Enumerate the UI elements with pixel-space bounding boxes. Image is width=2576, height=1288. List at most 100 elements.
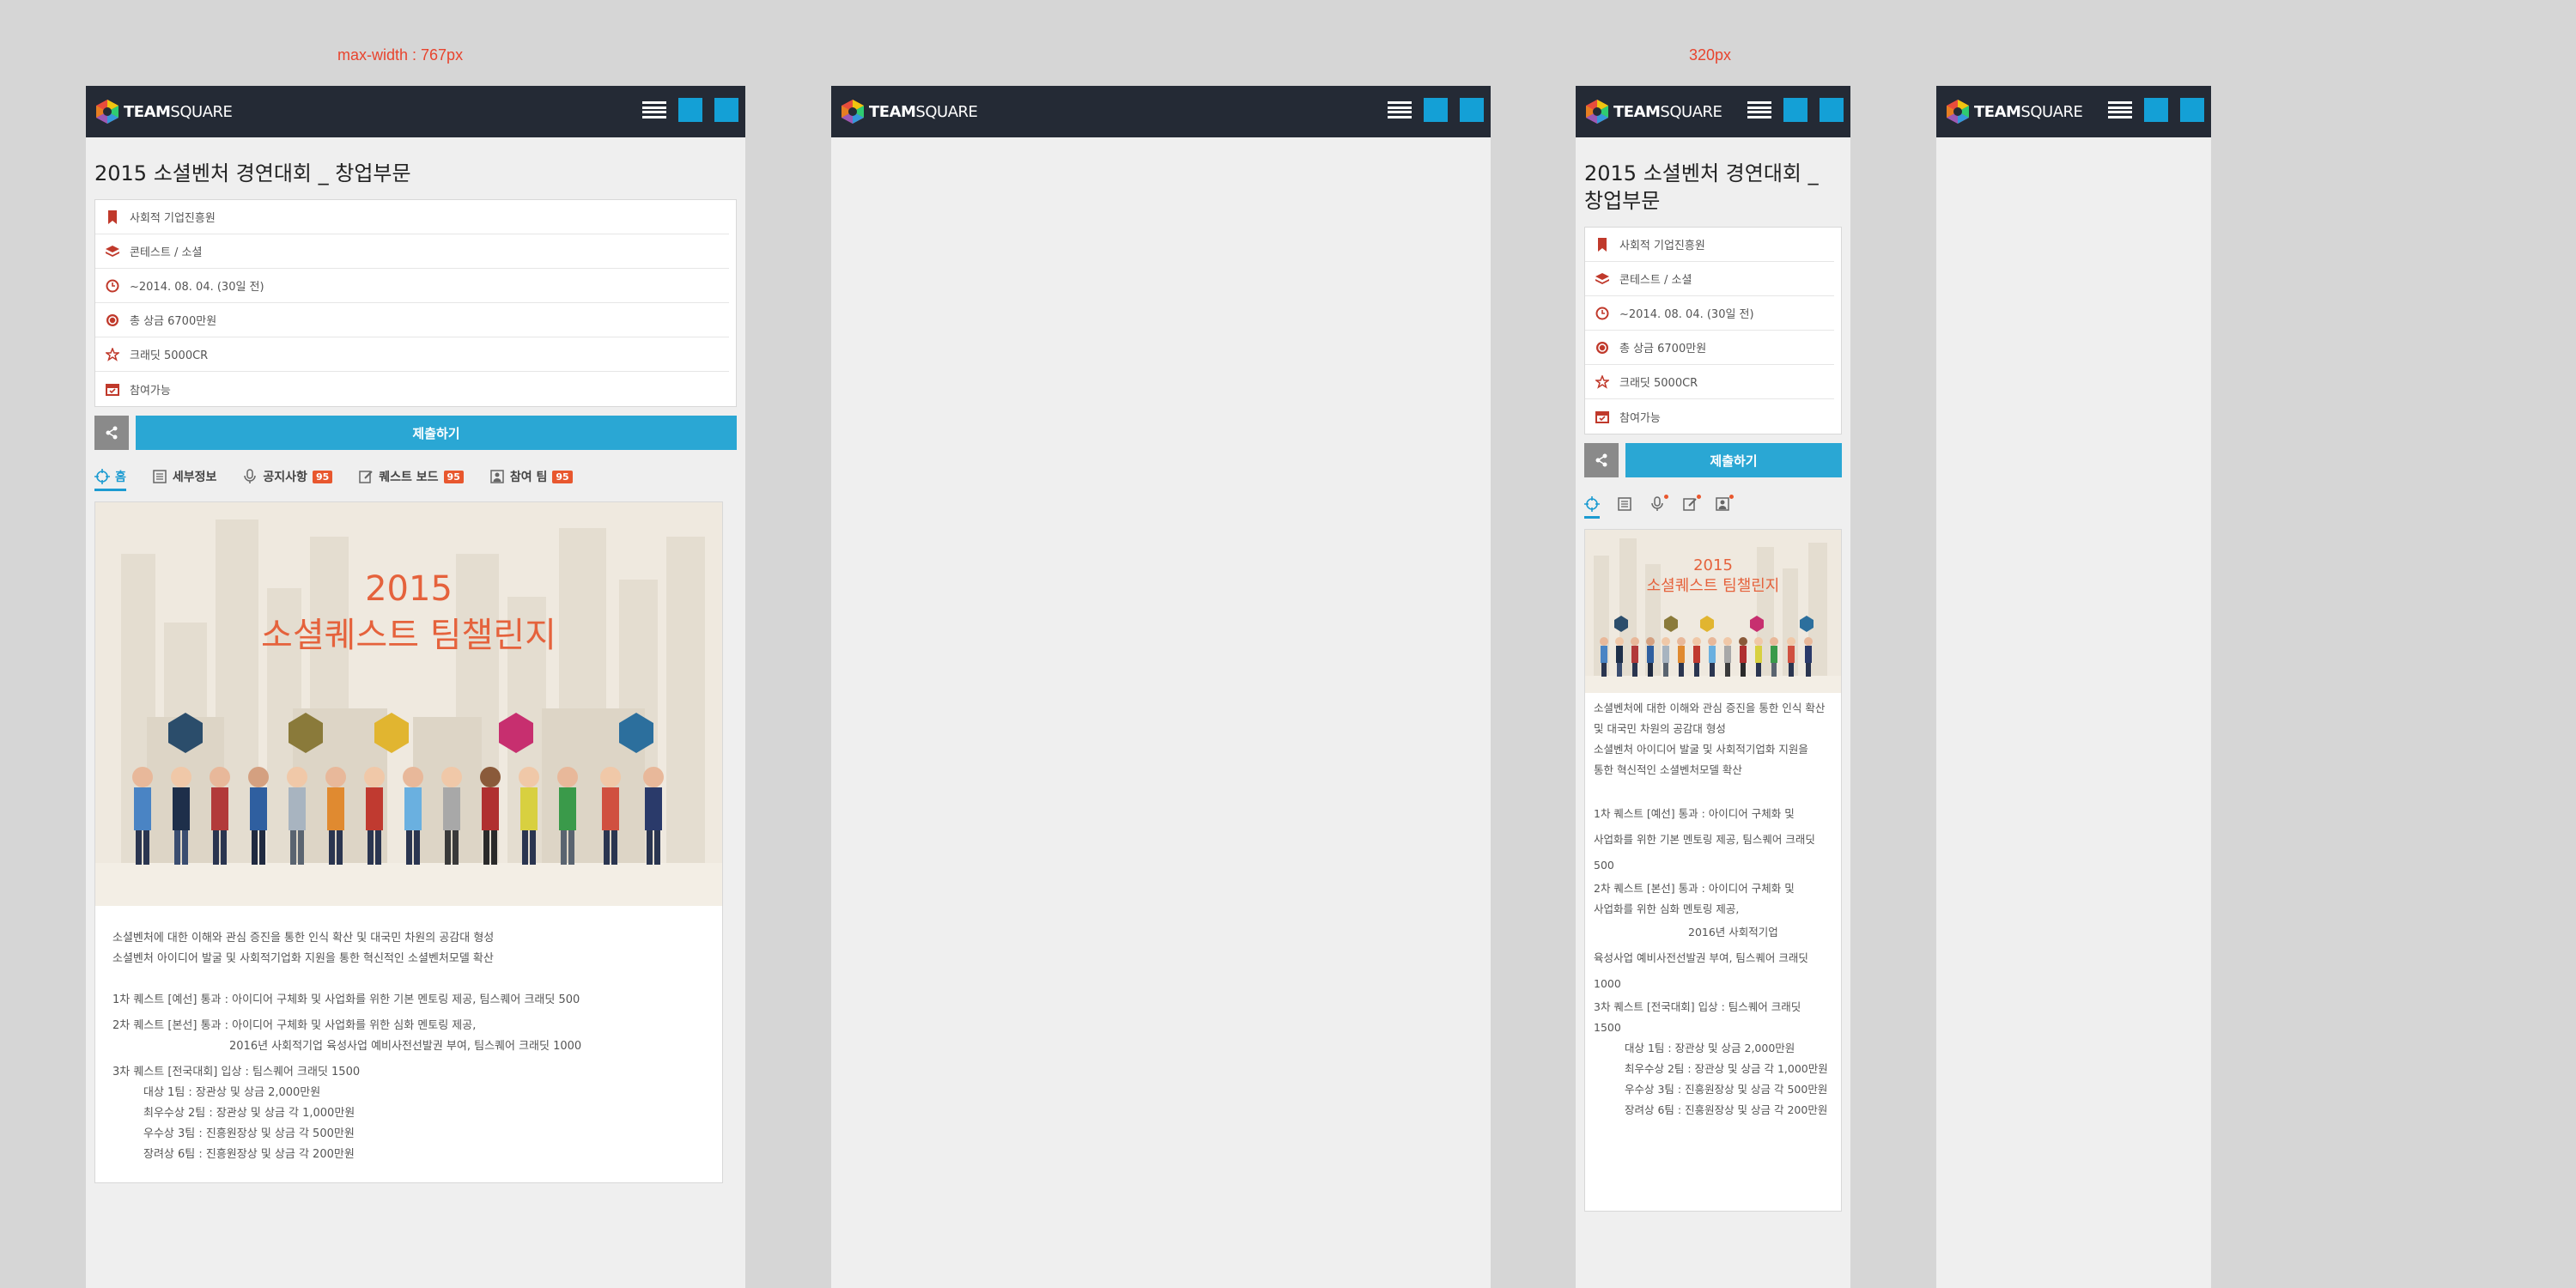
- tab-home[interactable]: [1584, 489, 1600, 519]
- nav-square-button-1[interactable]: [1424, 98, 1448, 122]
- clock-icon: [106, 279, 119, 293]
- banner-year: 2015: [1693, 556, 1733, 574]
- info-row-organizer: 사회적 기업진흥원: [95, 200, 729, 234]
- target-icon: [1584, 496, 1600, 512]
- logo-icon: [841, 100, 864, 124]
- description-quest-2-sub-cont: 육성사업 예비사전선발권 부여, 팀스퀘어 크래딧: [1594, 951, 1808, 964]
- tab-notices[interactable]: [1649, 489, 1668, 519]
- info-row-deadline: ~2014. 08. 04. (30일 전): [1585, 296, 1834, 331]
- description-quest-2-sub: 2016년 사회적기업 육성사업 예비사전선발권 부여, 팀스퀘어 크래딧 10…: [229, 1040, 582, 1053]
- microphone-icon: [242, 469, 258, 484]
- page-title-line-2: 창업부문: [1584, 189, 1661, 213]
- clock-icon: [1595, 307, 1609, 320]
- logo-text-bold: TEAM: [1974, 102, 2021, 121]
- info-deadline-text: ~2014. 08. 04. (30일 전): [1619, 308, 1754, 321]
- share-button[interactable]: [1584, 443, 1619, 477]
- banner-headline: 소셜퀘스트 팀챌린지: [1646, 577, 1780, 595]
- logo-text-light: SQUARE: [170, 102, 233, 121]
- description: 소셜벤처에 대한 이해와 관심 증진을 통한 인식 확산 및 대국민 차원의 공…: [95, 906, 722, 1182]
- description-quest-3: 3차 퀘스트 [전국대회] 입상 : 팀스퀘어 크래딧 1500: [112, 1066, 361, 1078]
- logo[interactable]: TEAMSQUARE: [1945, 99, 2083, 125]
- tab-details[interactable]: 세부정보: [152, 462, 217, 491]
- logo-icon: [1947, 100, 1969, 124]
- prize-item: 최우수상 2팀 : 장관상 및 상금 각 1,000만원: [143, 1107, 355, 1120]
- tab-details[interactable]: [1617, 489, 1632, 519]
- nav-square-button-2[interactable]: [2180, 98, 2204, 122]
- coin-icon: [1595, 341, 1609, 355]
- coin-icon: [106, 313, 119, 327]
- share-button[interactable]: [94, 416, 129, 450]
- prize-item: 장려상 6팀 : 진흥원장상 및 상금 각 200만원: [143, 1148, 355, 1161]
- document-icon: [1617, 496, 1632, 512]
- info-organizer-text: 사회적 기업진흥원: [1619, 240, 1705, 252]
- description-quest-3-cont: 1500: [1594, 1021, 1621, 1034]
- info-row-prize: 총 상금 6700만원: [95, 303, 729, 337]
- prize-item: 우수상 3팀 : 진흥원장상 및 상금 각 500만원: [1625, 1083, 1828, 1096]
- nav-square-button-2[interactable]: [1460, 98, 1484, 122]
- city-people-illustration: [95, 502, 722, 906]
- info-credit-text: 크래딧 5000CR: [130, 349, 209, 362]
- page-title: 2015 소셜벤처 경연대회 _ 창업부문: [1584, 160, 1842, 215]
- stack-icon: [106, 245, 119, 258]
- info-status-text: 참여가능: [1619, 411, 1661, 425]
- menu-icon[interactable]: [2108, 99, 2132, 121]
- menu-icon[interactable]: [1388, 99, 1412, 121]
- description-intro-2-cont: 통한 혁신적인 소셜벤처모델 확산: [1594, 763, 1742, 776]
- nav-square-button-1[interactable]: [2144, 98, 2168, 122]
- tab-notices[interactable]: 공지사항 95: [242, 462, 333, 491]
- document-icon: [152, 469, 167, 484]
- logo-text-light: SQUARE: [915, 102, 978, 121]
- notification-dot: [1729, 495, 1734, 499]
- top-navbar: TEAMSQUARE: [1576, 86, 1850, 137]
- info-credit-text: 크래딧 5000CR: [1619, 377, 1698, 390]
- logo[interactable]: TEAMSQUARE: [840, 99, 978, 125]
- description: 소셜벤처에 대한 이해와 관심 증진을 통한 인식 확산 및 대국민 차원의 공…: [1585, 693, 1841, 1126]
- description-quest-1: 1차 퀘스트 [예선] 통과 : 아이디어 구체화 및: [1594, 807, 1795, 820]
- info-row-credit: 크래딧 5000CR: [95, 337, 729, 372]
- teams-count-badge: 95: [552, 470, 573, 483]
- description-quest-1-cont: 사업화를 위한 기본 멘토링 제공, 팀스퀘어 크래딧: [1594, 833, 1815, 846]
- share-icon: [106, 426, 118, 440]
- info-list: 사회적 기업진흥원 콘테스트 / 소셜 ~2014. 08. 04. (30일 …: [1584, 227, 1842, 434]
- tab-teams[interactable]: [1715, 489, 1734, 519]
- top-navbar: TEAMSQUARE: [86, 86, 745, 137]
- breakpoint-label-small: 320px: [1689, 46, 1732, 64]
- description-quest-2-sub-cont: 1000: [1594, 977, 1621, 990]
- submit-button[interactable]: 제출하기: [136, 416, 737, 450]
- logo-icon: [1586, 100, 1608, 124]
- submit-button[interactable]: 제출하기: [1625, 443, 1842, 477]
- top-navbar: TEAMSQUARE: [1936, 86, 2211, 137]
- logo-text-bold: TEAM: [869, 102, 916, 121]
- logo[interactable]: TEAMSQUARE: [94, 99, 233, 125]
- logo[interactable]: TEAMSQUARE: [1584, 99, 1722, 125]
- tab-teams[interactable]: 참여 팀 95: [489, 462, 573, 491]
- nav-square-button-2[interactable]: [1820, 98, 1844, 122]
- description-intro-1: 소셜벤처에 대한 이해와 관심 증진을 통한 인식 확산: [1594, 702, 1826, 714]
- page-title: 2015 소셜벤처 경연대회 _ 창업부문: [94, 161, 411, 185]
- logo-text-light: SQUARE: [1660, 102, 1722, 121]
- star-icon: [1595, 374, 1609, 389]
- description-quest-2: 2차 퀘스트 [본선] 통과 : 아이디어 구체화 및: [1594, 882, 1795, 895]
- tab-notices-label: 공지사항: [263, 471, 307, 484]
- tab-quest-board[interactable]: [1682, 489, 1701, 519]
- prize-item: 대상 1팀 : 장관상 및 상금 2,000만원: [1625, 1042, 1795, 1054]
- info-prize-text: 총 상금 6700만원: [1619, 343, 1707, 355]
- menu-icon[interactable]: [642, 99, 666, 121]
- tab-quest-board[interactable]: 퀘스트 보드 95: [358, 462, 464, 491]
- nav-square-button-2[interactable]: [714, 98, 738, 122]
- tab-home[interactable]: 홈: [94, 462, 126, 491]
- description-quest-2-sub: 2016년 사회적기업: [1688, 926, 1778, 939]
- menu-icon[interactable]: [1747, 99, 1771, 121]
- info-row-prize: 총 상금 6700만원: [1585, 331, 1834, 365]
- nav-square-button-1[interactable]: [1783, 98, 1807, 122]
- notification-dot: [1664, 495, 1668, 499]
- info-row-category: 콘테스트 / 소셜: [95, 234, 729, 269]
- info-category-text: 콘테스트 / 소셜: [130, 246, 203, 259]
- info-prize-text: 총 상금 6700만원: [130, 315, 217, 328]
- team-icon: [489, 469, 505, 484]
- top-navbar: TEAMSQUARE: [831, 86, 1491, 137]
- tab-details-label: 세부정보: [172, 471, 217, 484]
- description-intro-2: 소셜벤처 아이디어 발굴 및 사회적기업화 지원을 통한 혁신적인 소셜벤처모델…: [112, 952, 494, 965]
- info-deadline-text: ~2014. 08. 04. (30일 전): [130, 281, 264, 294]
- nav-square-button-1[interactable]: [678, 98, 702, 122]
